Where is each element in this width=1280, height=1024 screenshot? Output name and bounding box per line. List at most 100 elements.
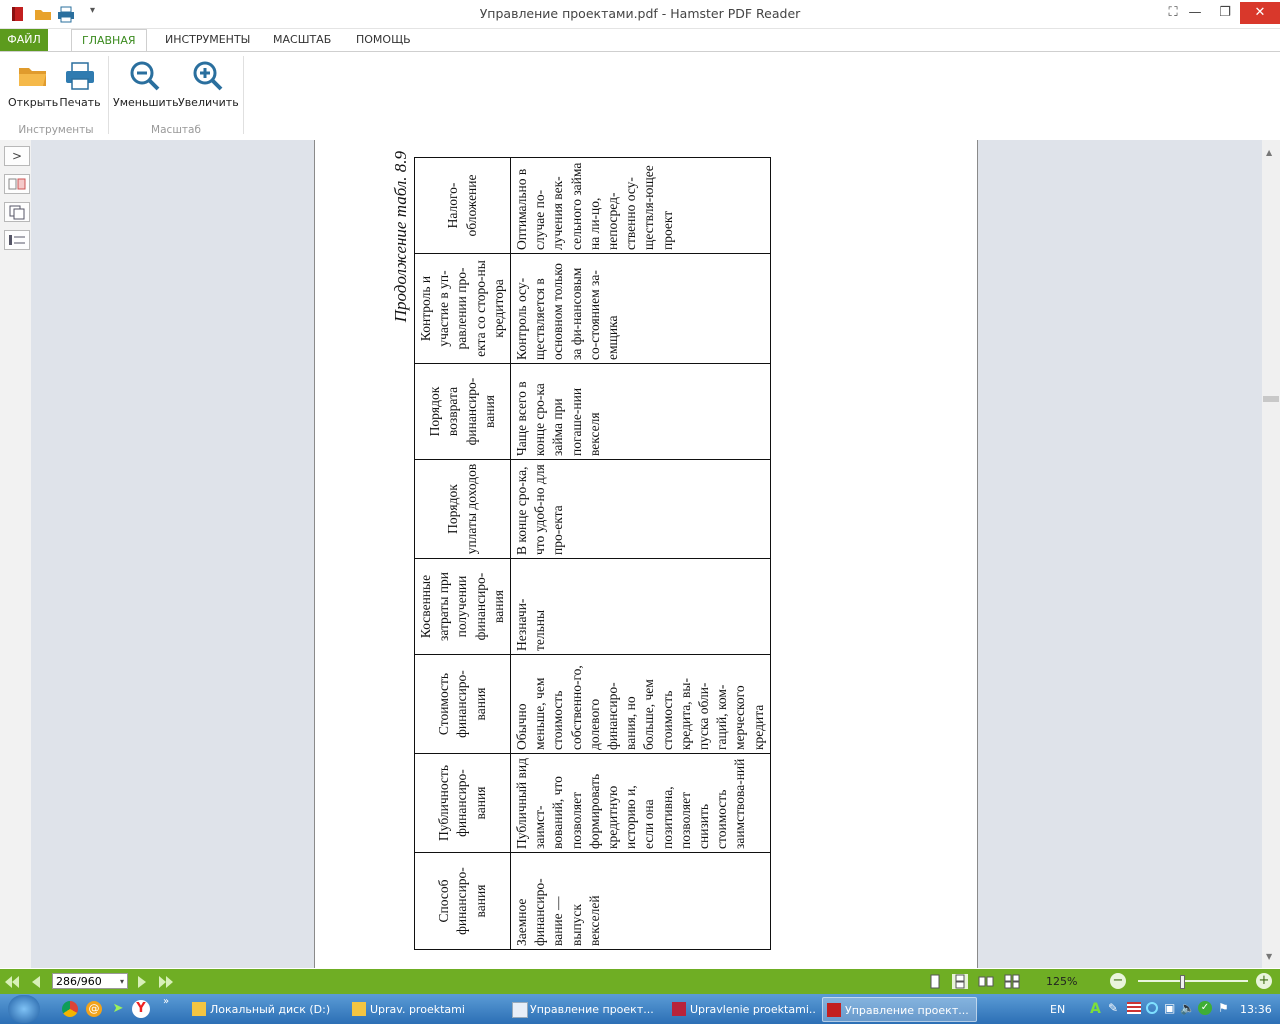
open-button-label: Открыть xyxy=(8,96,59,109)
taskbar-overflow-icon[interactable]: » xyxy=(163,996,169,1007)
pdf-reader-icon xyxy=(827,1003,841,1017)
table-header-cell: Косвенные затраты при получении финансир… xyxy=(414,558,511,655)
zoom-slider[interactable] xyxy=(1138,980,1248,982)
taskbar-item-archive[interactable]: Upravlenie proektami... xyxy=(668,997,816,1022)
taskbar-item-local-disk[interactable]: Локальный диск (D:) xyxy=(188,997,343,1022)
table-header-cell: Порядок возврата финансиро-вания xyxy=(414,363,511,460)
scroll-down-icon[interactable]: ▼ xyxy=(1266,952,1272,961)
print-button[interactable]: Печать xyxy=(58,60,102,120)
folder-icon xyxy=(19,68,46,86)
two-page-continuous-view-icon[interactable] xyxy=(1004,974,1020,989)
table-cell: Незначи-тельны xyxy=(510,558,771,655)
zoom-level: 125% xyxy=(1046,975,1078,988)
printer-icon xyxy=(66,62,94,90)
close-button[interactable]: ✕ xyxy=(1240,2,1280,24)
group-label-scale: Масштаб xyxy=(151,124,201,136)
app-arrow-icon[interactable]: ➤ xyxy=(110,1001,126,1017)
tab-tools[interactable]: ИНСТРУМЕНТЫ xyxy=(155,29,260,51)
vertical-scrollbar[interactable]: ▲ ▼ xyxy=(1262,140,1280,968)
tab-scale[interactable]: МАСШТАБ xyxy=(263,29,341,51)
ribbon-panel: Открыть Печать Уменьшить Увеличить Инстр… xyxy=(0,51,1280,141)
financing-table: Способ финансиро-вания Публичность финан… xyxy=(414,157,771,950)
tray-check-icon[interactable]: ✓ xyxy=(1198,1001,1212,1015)
table-header-cell: Контроль и участие в уп-равлении про-ект… xyxy=(414,253,511,364)
navigation-bar xyxy=(0,969,1280,994)
chrome-icon[interactable] xyxy=(62,1001,78,1017)
zoom-in-icon xyxy=(193,61,223,91)
group-separator xyxy=(108,56,109,134)
table-row: Заемное финансиро-вание — выпуск векселе… xyxy=(510,157,771,950)
ribbon-tabs: ФАЙЛ ГЛАВНАЯ ИНСТРУМЕНТЫ МАСШТАБ ПОМОЩЬ xyxy=(0,29,1280,52)
table-cell: Обычно меньше, чем стоимость собственно-… xyxy=(510,654,771,754)
page-number-value: 286/960 xyxy=(56,975,102,988)
title-bar: Управление проектами.pdf - Hamster PDF R… xyxy=(0,0,1280,29)
app-logo-icon xyxy=(12,7,23,21)
tab-home[interactable]: ГЛАВНАЯ xyxy=(71,29,147,52)
quick-open-icon[interactable] xyxy=(34,5,52,23)
zoom-plus-button[interactable]: + xyxy=(1256,973,1272,989)
archive-icon xyxy=(672,1002,686,1016)
tray-security-icon[interactable]: ▣ xyxy=(1164,1001,1175,1015)
single-page-view-icon[interactable] xyxy=(927,974,943,989)
yandex-browser-icon[interactable]: Y xyxy=(132,1000,150,1018)
quick-access-dropdown-icon[interactable]: ▾ xyxy=(90,5,95,16)
window-title: Управление проектами.pdf - Hamster PDF R… xyxy=(479,6,801,21)
folder-icon xyxy=(192,1002,206,1016)
taskbar-item-pdf-reader[interactable]: Управление проект... xyxy=(822,997,977,1022)
tray-flag2-icon[interactable]: ⚑ xyxy=(1218,1001,1229,1015)
table-cell: В конце сро-ка, что удоб-но для про-екта xyxy=(510,459,771,559)
page-number-input[interactable]: 286/960 ▾ xyxy=(52,973,128,989)
table-header-cell: Порядок уплаты доходов xyxy=(414,459,511,559)
table-cell: Оптимально в случае по-лучения век-сельн… xyxy=(510,157,771,254)
tab-help[interactable]: ПОМОЩЬ xyxy=(346,29,421,51)
tray-app-icon[interactable]: A xyxy=(1090,1001,1101,1017)
zoom-slider-handle[interactable] xyxy=(1180,975,1185,989)
mail-icon[interactable]: @ xyxy=(86,1001,102,1017)
document-viewport[interactable]: Продолжение табл. 8.9 Способ финансиро-в… xyxy=(31,140,1262,968)
two-page-view-icon[interactable] xyxy=(978,974,994,989)
table-cell: Чаще всего в конце сро-ка займа при пога… xyxy=(510,363,771,460)
open-button[interactable]: Открыть xyxy=(8,60,58,120)
tray-flag-icon[interactable] xyxy=(1127,1002,1141,1014)
zoom-out-label: Уменьшить xyxy=(113,96,179,109)
print-button-label: Печать xyxy=(59,96,101,109)
tray-pen-icon[interactable]: ✎ xyxy=(1108,1001,1118,1015)
bookmarks-icon[interactable] xyxy=(4,230,30,250)
pdf-page: Продолжение табл. 8.9 Способ финансиро-в… xyxy=(314,140,978,968)
table-cell: Заемное финансиро-вание — выпуск векселе… xyxy=(510,852,771,950)
rotated-page-content: Продолжение табл. 8.9 Способ финансиро-в… xyxy=(390,151,790,951)
language-indicator[interactable]: EN xyxy=(1050,1003,1065,1016)
zoom-in-label: Увеличить xyxy=(178,96,239,109)
clock[interactable]: 13:36 xyxy=(1240,1003,1272,1016)
taskbar-item-document[interactable]: Управление проект... xyxy=(508,997,663,1022)
expand-sidebar-button[interactable]: > xyxy=(4,146,30,166)
tray-network-icon[interactable] xyxy=(1146,1002,1158,1014)
table-header-cell: Налого-обложение xyxy=(414,157,511,254)
tab-file[interactable]: ФАЙЛ xyxy=(0,29,48,51)
continuous-view-icon[interactable] xyxy=(952,974,968,989)
start-button[interactable] xyxy=(8,995,40,1023)
zoom-in-button[interactable]: Увеличить xyxy=(178,60,239,120)
zoom-minus-button[interactable]: − xyxy=(1110,973,1126,989)
pages-icon[interactable] xyxy=(4,202,30,222)
zoom-out-button[interactable]: Уменьшить xyxy=(113,60,179,120)
scrollbar-thumb[interactable] xyxy=(1263,396,1279,402)
minimize-button[interactable]: — xyxy=(1180,2,1210,24)
volume-icon[interactable]: 🔈 xyxy=(1180,1001,1195,1015)
group-label-tools: Инструменты xyxy=(18,124,94,136)
table-cell: Публичный вид заимст-вований, что позвол… xyxy=(510,753,771,853)
quick-print-icon[interactable] xyxy=(57,5,75,23)
next-page-icon[interactable] xyxy=(134,974,150,990)
zoom-out-icon xyxy=(130,61,160,91)
scroll-up-icon[interactable]: ▲ xyxy=(1266,148,1272,157)
thumbnails-icon[interactable] xyxy=(4,174,30,194)
taskbar-item-folder[interactable]: Uprav. proektami xyxy=(348,997,503,1022)
table-header-cell: Способ финансиро-вания xyxy=(414,852,511,950)
table-header-cell: Публичность финансиро-вания xyxy=(414,753,511,853)
page-dropdown-icon[interactable]: ▾ xyxy=(120,974,124,990)
restore-button[interactable]: ❐ xyxy=(1210,2,1240,24)
last-page-icon[interactable] xyxy=(158,974,174,990)
folder-icon xyxy=(352,1002,366,1016)
previous-page-icon[interactable] xyxy=(28,974,44,990)
first-page-icon[interactable] xyxy=(4,974,20,990)
